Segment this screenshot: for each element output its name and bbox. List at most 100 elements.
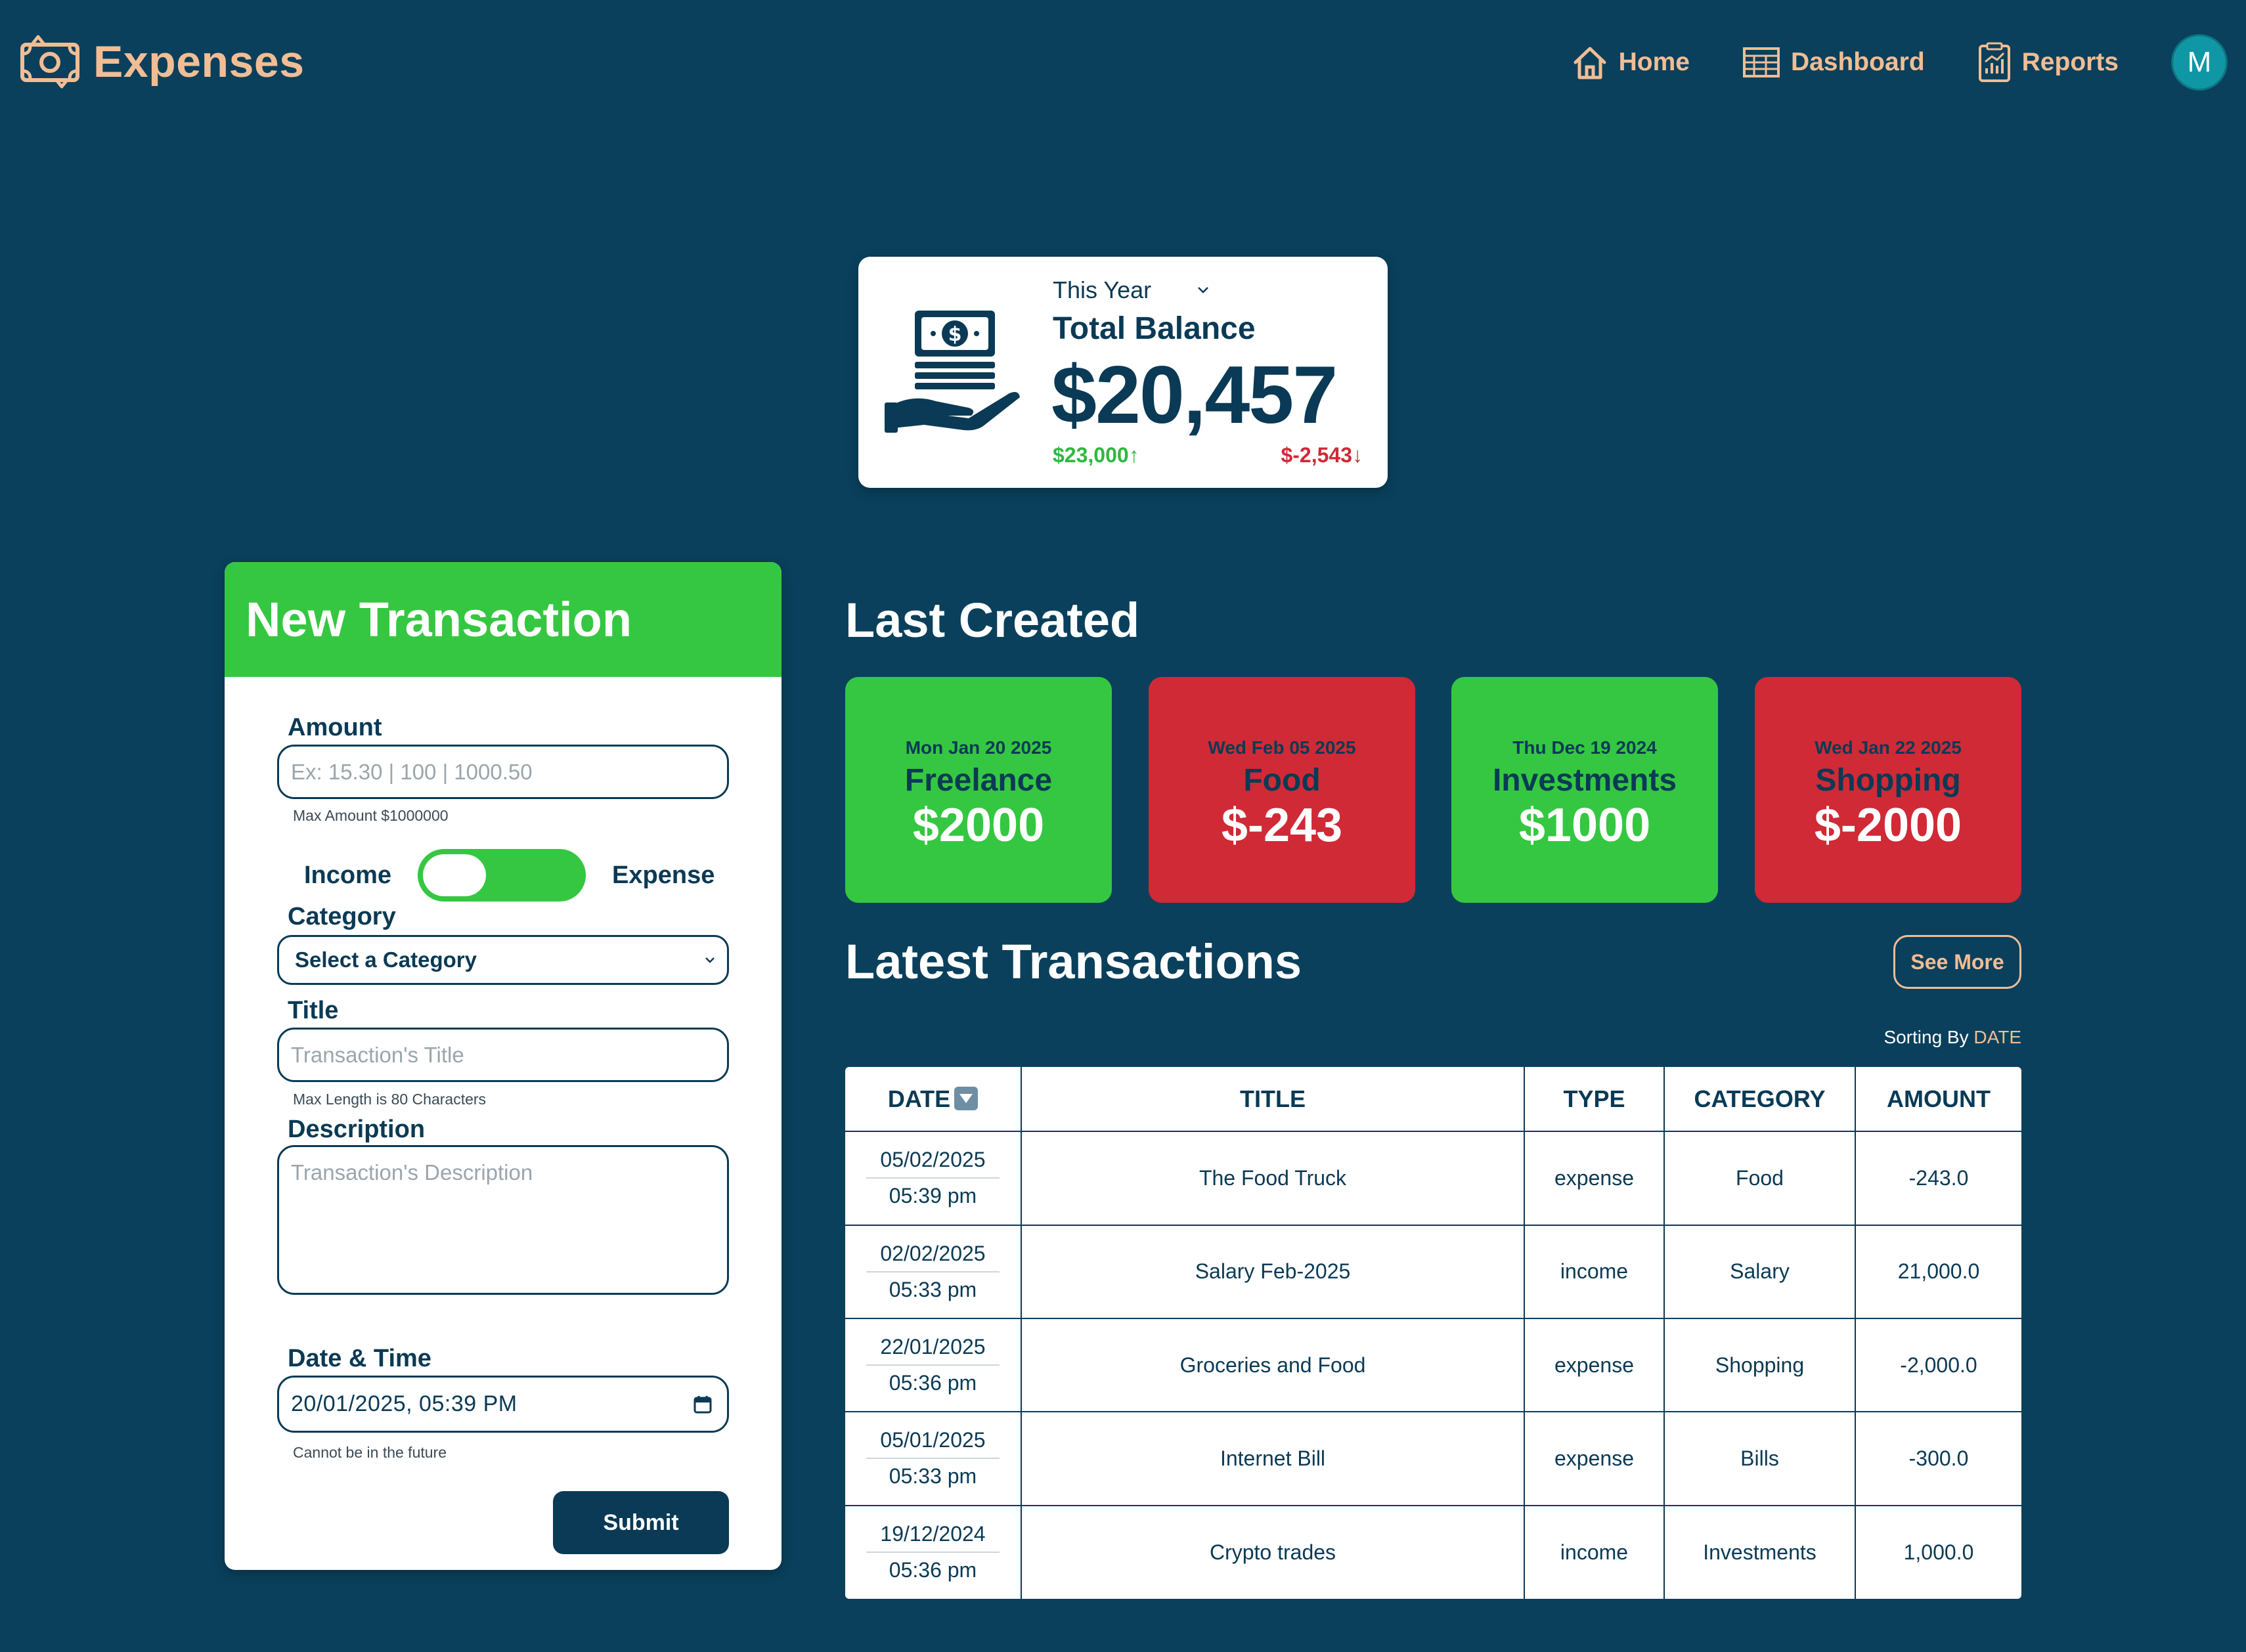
- last-created-title: Last Created: [845, 593, 1140, 647]
- cell-category: Salary: [1663, 1224, 1856, 1319]
- row-time: 05:33 pm: [889, 1277, 977, 1301]
- row-time: 05:33 pm: [889, 1464, 977, 1489]
- datetime-label: Date & Time: [288, 1345, 431, 1372]
- sort-down-icon[interactable]: [954, 1086, 979, 1110]
- cell-title: Crypto trades: [1021, 1504, 1525, 1599]
- table-row[interactable]: 05/02/2025 05:39 pm The Food Truck expens…: [845, 1131, 2021, 1226]
- see-more-button[interactable]: See More: [1893, 935, 2021, 989]
- cell-amount: -243.0: [1855, 1131, 2021, 1226]
- type-toggle[interactable]: [418, 849, 586, 902]
- card-date: Mon Jan 20 2025: [905, 737, 1052, 758]
- balance-card: $ This Year Total Balance $20,457 $23,00…: [858, 257, 1388, 488]
- datetime-input[interactable]: 20/01/2025, 05:39 PM: [277, 1376, 729, 1433]
- period-dropdown[interactable]: This Year: [1053, 276, 1209, 304]
- last-created-card[interactable]: Thu Dec 19 2024 Investments $1000: [1451, 677, 1718, 903]
- amount-hint: Max Amount $1000000: [293, 807, 449, 824]
- balance-expense: $-2,543↓: [1281, 443, 1363, 467]
- svg-text:$: $: [948, 323, 962, 346]
- last-created-card[interactable]: Wed Jan 22 2025 Shopping $-2000: [1755, 677, 2021, 903]
- title-input[interactable]: [277, 1028, 729, 1082]
- table-row[interactable]: 22/01/2025 05:36 pm Groceries and Food ex…: [845, 1317, 2021, 1413]
- calendar-icon[interactable]: [693, 1395, 713, 1414]
- nav-dashboard[interactable]: Dashboard: [1742, 47, 1925, 78]
- cash-hand-icon: $: [885, 311, 1020, 433]
- title-hint: Max Length is 80 Characters: [293, 1091, 487, 1108]
- toggle-income-label: Income: [304, 861, 392, 889]
- nav-dashboard-label: Dashboard: [1790, 48, 1925, 76]
- cell-title: Salary Feb-2025: [1021, 1224, 1525, 1319]
- chevron-down-icon: [1198, 287, 1208, 293]
- brand[interactable]: Expenses: [20, 34, 305, 89]
- brand-name: Expenses: [93, 37, 305, 87]
- header-title[interactable]: TITLE: [1021, 1067, 1525, 1133]
- nav-home[interactable]: Home: [1572, 44, 1690, 81]
- sorting-indicator: Sorting By DATE: [1883, 1027, 2021, 1048]
- cell-category: Investments: [1663, 1504, 1856, 1599]
- main-nav: Home Dashboard Reports M: [1572, 34, 2228, 91]
- cell-type: income: [1524, 1224, 1665, 1319]
- period-label: This Year: [1053, 276, 1152, 303]
- nav-reports[interactable]: Reports: [1977, 42, 2119, 83]
- amount-input[interactable]: [277, 745, 729, 799]
- table-row[interactable]: 19/12/2024 05:36 pm Crypto trades income …: [845, 1504, 2021, 1599]
- card-date: Wed Jan 22 2025: [1815, 737, 1962, 758]
- table-row[interactable]: 05/01/2025 05:33 pm Internet Bill expense…: [845, 1411, 2021, 1506]
- header-amount[interactable]: AMOUNT: [1855, 1067, 2021, 1133]
- row-time: 05:39 pm: [889, 1184, 977, 1208]
- description-textarea[interactable]: Transaction's Description: [277, 1145, 729, 1295]
- cell-title: The Food Truck: [1021, 1131, 1525, 1226]
- cell-date: 19/12/2024 05:36 pm: [845, 1504, 1022, 1599]
- sorting-label: Sorting By: [1883, 1027, 1974, 1047]
- cell-type: expense: [1524, 1411, 1665, 1506]
- header-type[interactable]: TYPE: [1524, 1067, 1665, 1133]
- table-row[interactable]: 02/02/2025 05:33 pm Salary Feb-2025 incom…: [845, 1224, 2021, 1319]
- cell-amount: -2,000.0: [1855, 1317, 2021, 1413]
- cell-date: 05/01/2025 05:33 pm: [845, 1411, 1022, 1506]
- balance-value: $20,457: [1051, 350, 1338, 441]
- transactions-table: DATE TITLE TYPE CATEGORY AMOUNT 05/02/20…: [845, 1067, 2021, 1599]
- datetime-hint: Cannot be in the future: [293, 1444, 447, 1461]
- cell-type: expense: [1524, 1317, 1665, 1413]
- chevron-down-icon: [705, 957, 715, 963]
- balance-label: Total Balance: [1053, 311, 1256, 346]
- latest-transactions-title: Latest Transactions: [845, 934, 1302, 989]
- toggle-expense-label: Expense: [612, 861, 715, 889]
- row-date: 05/02/2025: [866, 1148, 1000, 1179]
- category-select-value: Select a Category: [295, 947, 477, 972]
- row-time: 05:36 pm: [889, 1371, 977, 1395]
- row-time: 05:36 pm: [889, 1558, 977, 1582]
- nav-home-label: Home: [1618, 48, 1690, 76]
- cell-date: 22/01/2025 05:36 pm: [845, 1317, 1022, 1413]
- home-icon: [1574, 47, 1606, 79]
- type-toggle-row: Income Expense: [304, 849, 715, 902]
- header-category[interactable]: CATEGORY: [1663, 1067, 1856, 1133]
- money-icon: [20, 35, 79, 89]
- cell-amount: 1,000.0: [1855, 1504, 2021, 1599]
- submit-button[interactable]: Submit: [553, 1491, 729, 1554]
- new-transaction-form: New Transaction Amount Max Amount $10000…: [225, 562, 782, 1570]
- nav-reports-label: Reports: [2021, 48, 2119, 76]
- category-select[interactable]: Select a Category: [277, 935, 729, 985]
- cell-date: 02/02/2025 05:33 pm: [845, 1224, 1022, 1319]
- cell-category: Food: [1663, 1131, 1856, 1226]
- card-date: Wed Feb 05 2025: [1208, 737, 1356, 758]
- cell-title: Internet Bill: [1021, 1411, 1525, 1506]
- card-amount: $-2000: [1814, 798, 1962, 852]
- toggle-knob[interactable]: [423, 854, 487, 896]
- cell-type: expense: [1524, 1131, 1665, 1226]
- cell-type: income: [1524, 1504, 1665, 1599]
- last-created-card[interactable]: Wed Feb 05 2025 Food $-243: [1149, 677, 1415, 903]
- cell-title: Groceries and Food: [1021, 1317, 1525, 1413]
- card-amount: $1000: [1518, 798, 1651, 852]
- row-date: 22/01/2025: [866, 1335, 1000, 1366]
- card-amount: $2000: [912, 798, 1045, 852]
- cell-category: Shopping: [1663, 1317, 1856, 1413]
- sorting-value[interactable]: DATE: [1973, 1027, 2021, 1047]
- header-date[interactable]: DATE: [845, 1067, 1022, 1133]
- card-category: Food: [1243, 762, 1321, 798]
- card-date: Thu Dec 19 2024: [1512, 737, 1657, 758]
- last-created-card[interactable]: Mon Jan 20 2025 Freelance $2000: [845, 677, 1112, 903]
- cell-category: Bills: [1663, 1411, 1856, 1506]
- table-header-row: DATE TITLE TYPE CATEGORY AMOUNT: [845, 1067, 2021, 1133]
- user-avatar[interactable]: M: [2171, 34, 2228, 91]
